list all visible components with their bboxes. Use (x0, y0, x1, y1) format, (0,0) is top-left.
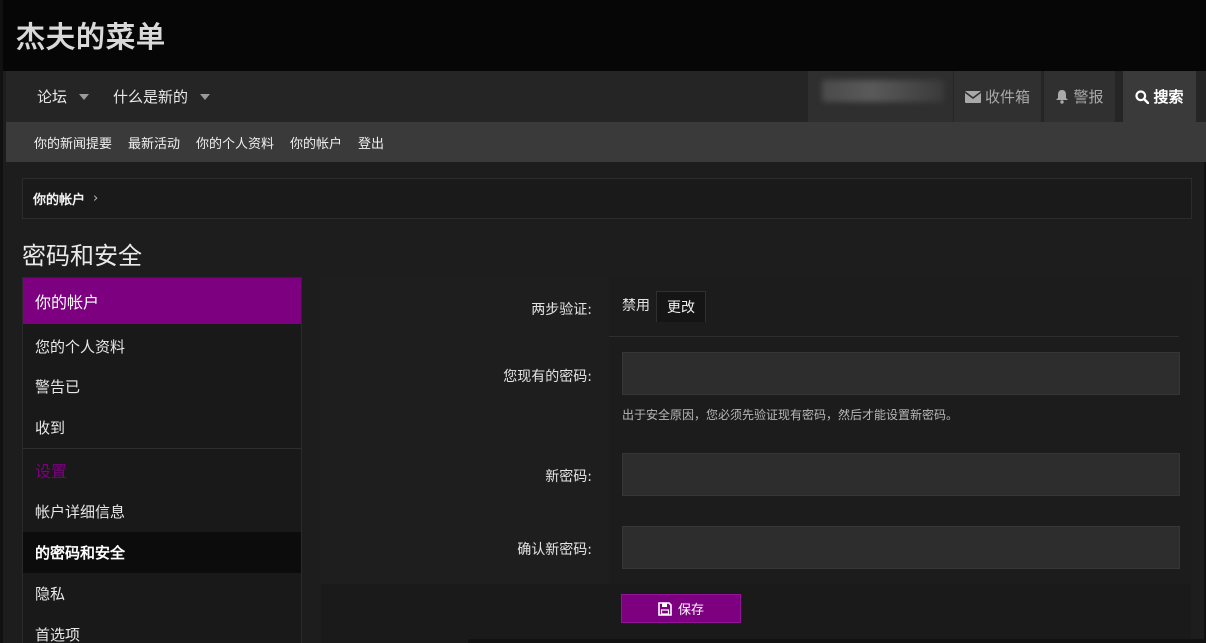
breadcrumb: 你的帐户 › (22, 178, 1192, 219)
confirm-password-input[interactable] (622, 526, 1180, 569)
chevron-right-icon: › (93, 191, 99, 206)
sidebar-item-account-details[interactable]: 帐户详细信息 (23, 491, 301, 532)
subnav-logout[interactable]: 登出 (358, 122, 384, 162)
envelope-icon (964, 90, 981, 103)
nav-item-label: 什么是新的 (113, 88, 189, 106)
blurred-username (822, 80, 944, 102)
tfa-status: 禁用 (622, 298, 650, 314)
nav-item-whats-new[interactable]: 什么是新的 (113, 71, 211, 122)
sidebar-item-preferences[interactable]: 首选项 (23, 614, 301, 643)
account-sidebar: 你的帐户 您的个人资料 警告已 收到 设置 帐户详细信息 的密码和安全 隐私 首… (22, 277, 302, 643)
current-password-input[interactable] (622, 352, 1180, 395)
alerts-label: 警报 (1073, 88, 1104, 106)
user-account-menu[interactable] (808, 71, 953, 122)
current-password-hint: 出于安全原因，您必须先验证现有密码，然后才能设置新密码。 (622, 408, 959, 422)
current-password-label: 您现有的密码: (503, 369, 592, 385)
search-icon (1135, 89, 1150, 104)
save-button[interactable]: 保存 (621, 594, 741, 623)
sidebar-divider (23, 448, 301, 449)
sidebar-item-warnings[interactable]: 警告已 (23, 366, 301, 407)
save-label: 保存 (677, 603, 704, 618)
bottom-edge (468, 639, 1206, 643)
search-label: 搜索 (1153, 88, 1184, 106)
sidebar-item-privacy[interactable]: 隐私 (23, 573, 301, 614)
sidebar-section-settings: 设置 (35, 462, 68, 481)
nav-item-label: 论坛 (37, 88, 68, 106)
form-footer (321, 584, 1191, 643)
site-header: 杰夫的菜单 (3, 0, 1206, 71)
page-title: 密码和安全 (22, 242, 142, 270)
sidebar-header-your-account[interactable]: 你的帐户 (23, 278, 301, 324)
search-button[interactable]: 搜索 (1123, 71, 1196, 122)
sidebar-item-received[interactable]: 收到 (23, 407, 301, 448)
new-password-input[interactable] (622, 453, 1180, 496)
tfa-change-button[interactable]: 更改 (656, 291, 706, 322)
tfa-label: 两步验证: (531, 302, 592, 318)
form-divider (609, 336, 1179, 337)
subnav-news-feed[interactable]: 你的新闻提要 (34, 122, 112, 162)
sidebar-item-password-security[interactable]: 的密码和安全 (23, 532, 301, 573)
app-frame: 杰夫的菜单 论坛 什么是新的 收件箱 警报 搜索 你的新闻提要 最新活动 你的个… (0, 0, 1206, 643)
main-nav: 论坛 什么是新的 收件箱 警报 搜索 (6, 71, 1206, 122)
breadcrumb-your-account[interactable]: 你的帐户 (33, 189, 85, 208)
sub-nav: 你的新闻提要 最新活动 你的个人资料 你的帐户 登出 (6, 122, 1206, 162)
caret-down-icon[interactable] (200, 93, 211, 100)
inbox-label: 收件箱 (984, 88, 1030, 106)
new-password-label: 新密码: (545, 469, 592, 485)
alerts-button[interactable]: 警报 (1044, 71, 1115, 122)
bell-icon (1056, 90, 1069, 104)
site-title[interactable]: 杰夫的菜单 (16, 14, 166, 56)
form-label-column (321, 277, 609, 584)
subnav-your-account[interactable]: 你的帐户 (290, 122, 342, 162)
caret-down-icon[interactable] (79, 93, 90, 100)
sidebar-item-profile[interactable]: 您的个人资料 (23, 326, 301, 367)
subnav-latest-activity[interactable]: 最新活动 (128, 122, 180, 162)
confirm-password-label: 确认新密码: (517, 542, 592, 558)
subnav-your-profile[interactable]: 你的个人资料 (196, 122, 274, 162)
save-icon (658, 601, 672, 616)
inbox-button[interactable]: 收件箱 (954, 71, 1041, 122)
nav-item-forums[interactable]: 论坛 (37, 71, 90, 122)
